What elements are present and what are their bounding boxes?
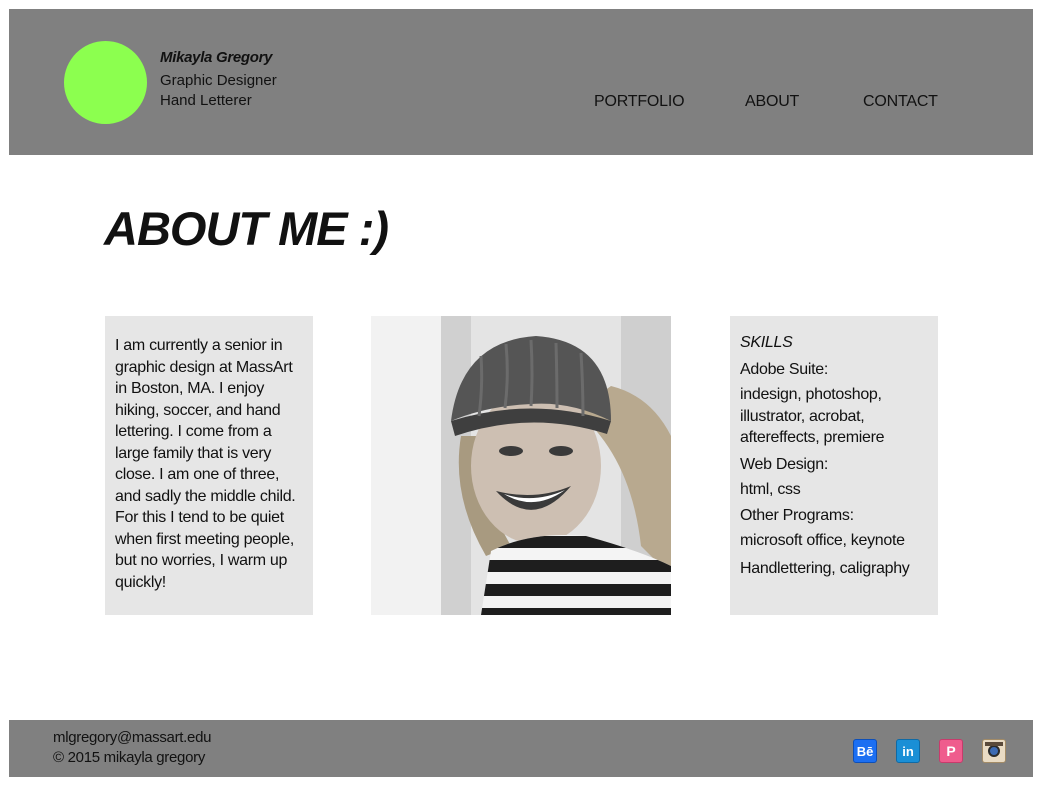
logo[interactable] [64,41,147,124]
nav-portfolio[interactable]: PORTFOLIO [594,93,685,111]
behance-glyph: Bē [856,743,874,759]
behance-icon[interactable]: Bē [853,739,877,763]
portrait-photo [371,316,671,615]
extra-skills-list: Handlettering, caligraphy [740,559,910,577]
email-link[interactable]: mlgregory@massart.edu [53,728,211,748]
nav-about[interactable]: ABOUT [745,93,799,111]
pinterest-icon[interactable]: P [939,739,963,763]
role-hand-letterer: Hand Letterer [160,92,252,109]
nav-contact[interactable]: CONTACT [863,93,938,111]
web-design-list: html, css [740,480,801,498]
other-programs-heading: Other Programs: [740,507,854,524]
web-design-heading: Web Design: [740,455,829,473]
portrait-illustration [371,316,671,615]
brand-block: Mikayla Gregory Graphic Designer Hand Le… [160,49,277,111]
site-header: Mikayla Gregory Graphic Designer Hand Le… [9,9,1033,155]
site-owner-name: Mikayla Gregory [160,49,273,66]
adobe-suite-list: indesign, photoshop, illustrator, acroba… [740,386,885,446]
footer-contact: mlgregory@massart.edu © 2015 mikayla gre… [53,728,211,768]
instagram-icon[interactable] [982,739,1006,763]
other-programs-list: microsoft office, keynote [740,532,905,549]
site-footer: mlgregory@massart.edu © 2015 mikayla gre… [9,720,1033,777]
bio-text: I am currently a senior in graphic desig… [115,337,296,591]
copyright-text: © 2015 mikayla gregory [53,749,206,766]
bio-panel: I am currently a senior in graphic desig… [105,316,313,615]
linkedin-icon[interactable]: in [896,739,920,763]
skills-title: SKILLS [740,334,793,351]
skills-panel: SKILLS Adobe Suite: indesign, photoshop,… [730,316,938,615]
role-graphic-designer: Graphic Designer [160,72,277,89]
instagram-strip [985,742,1003,746]
linkedin-glyph: in [902,743,914,759]
pinterest-glyph: P [946,743,956,759]
instagram-lens [988,745,1000,757]
page-title: ABOUT ME :) [104,202,389,255]
adobe-suite-heading: Adobe Suite: [740,361,829,378]
